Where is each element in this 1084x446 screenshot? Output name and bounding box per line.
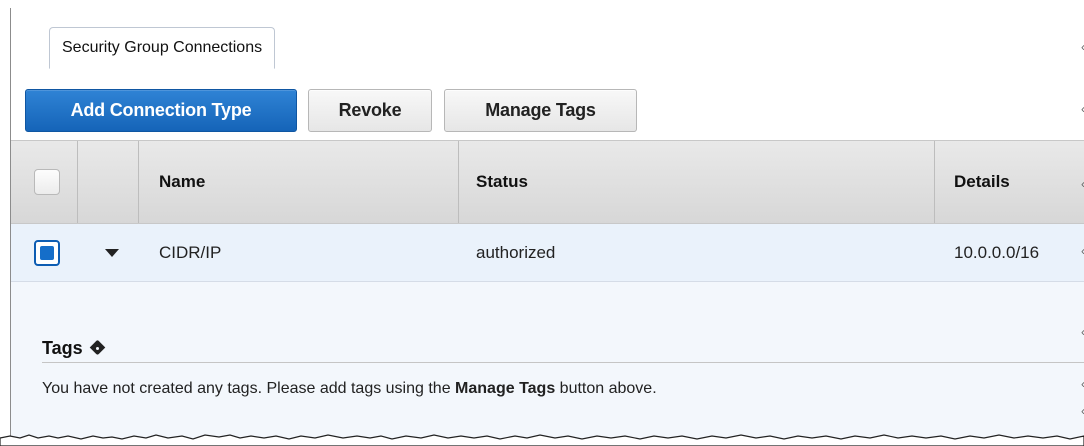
table-row[interactable]: CIDR/IP authorized 10.0.0.0/16 ‹ (11, 224, 1084, 282)
row-name: CIDR/IP (159, 242, 222, 262)
tags-note-suffix: button above. (555, 380, 657, 397)
row-select-cell (34, 224, 60, 281)
header-name[interactable]: Name (159, 141, 329, 223)
add-connection-type-button[interactable]: Add Connection Type (25, 89, 297, 132)
tag-icon (91, 341, 107, 357)
tags-title-label: Tags (42, 338, 83, 358)
header-divider (458, 141, 459, 223)
header-details[interactable]: Details (954, 141, 1064, 223)
header-divider (138, 141, 139, 223)
manage-tags-button[interactable]: Manage Tags (444, 89, 637, 132)
tags-section-title: Tags (42, 338, 107, 359)
row-status: authorized (476, 242, 556, 262)
tags-divider (42, 362, 1084, 363)
tab-label: Security Group Connections (62, 39, 263, 56)
header-divider (934, 141, 935, 223)
row-selected-checkbox[interactable] (34, 239, 60, 266)
tags-note-prefix: You have not created any tags. Please ad… (42, 380, 456, 397)
caret-down-icon[interactable] (105, 248, 119, 257)
revoke-button[interactable]: Revoke (308, 89, 432, 132)
tags-empty-message: You have not created any tags. Please ad… (42, 380, 657, 398)
select-all-cell (34, 141, 60, 223)
row-detail-panel: ‹ Tags You have not created any tags. Pl… (11, 282, 1084, 446)
tab-security-group-connections[interactable]: Security Group Connections (49, 27, 276, 69)
tab-strip: Security Group Connections ‹ (11, 8, 1084, 71)
header-divider (77, 141, 78, 223)
select-all-checkbox[interactable] (34, 169, 60, 195)
header-status[interactable]: Status (476, 141, 656, 223)
manage-tags-reference: Manage Tags (455, 380, 556, 397)
security-group-connections-page: Security Group Connections ‹ Add Connect… (0, 0, 1084, 446)
table-header: Name Status Details ‹ (11, 140, 1084, 224)
content-frame: Security Group Connections ‹ Add Connect… (10, 8, 1084, 446)
row-expand-cell[interactable] (102, 224, 122, 281)
row-details: 10.0.0.0/16 (954, 242, 1040, 262)
toolbar: Add Connection Type Revoke Manage Tags ‹ (11, 70, 1084, 140)
